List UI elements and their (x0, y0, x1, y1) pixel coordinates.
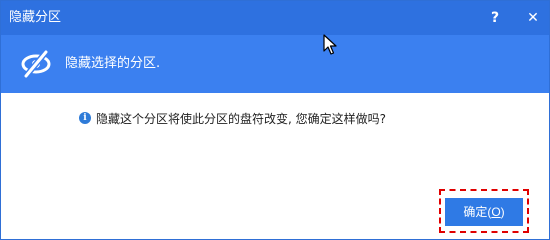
ok-button-mnemonic: O (491, 205, 501, 219)
ok-button[interactable]: 确定(O) (445, 198, 523, 226)
hide-partition-dialog: 隐藏分区 ? ✕ 隐藏选择的分区. i 隐藏这个分区将使此分区的盘符改变, 您确… (0, 0, 550, 240)
title-bar[interactable]: 隐藏分区 ? ✕ (1, 1, 549, 35)
info-icon: i (79, 112, 91, 124)
ok-button-suffix: ) (500, 205, 505, 219)
message-text: 隐藏这个分区将使此分区的盘符改变, 您确定这样做吗? (96, 111, 387, 126)
close-button[interactable]: ✕ (523, 7, 543, 29)
confirmation-message: i 隐藏这个分区将使此分区的盘符改变, 您确定这样做吗? (79, 109, 386, 127)
header-band: 隐藏选择的分区. (1, 35, 549, 93)
ok-button-label: 确定( (463, 205, 492, 219)
window-title: 隐藏分区 (9, 10, 62, 25)
header-description: 隐藏选择的分区. (65, 56, 161, 71)
help-button[interactable]: ? (485, 7, 505, 29)
mouse-cursor-icon (323, 34, 337, 55)
hidden-eye-icon (21, 49, 51, 79)
